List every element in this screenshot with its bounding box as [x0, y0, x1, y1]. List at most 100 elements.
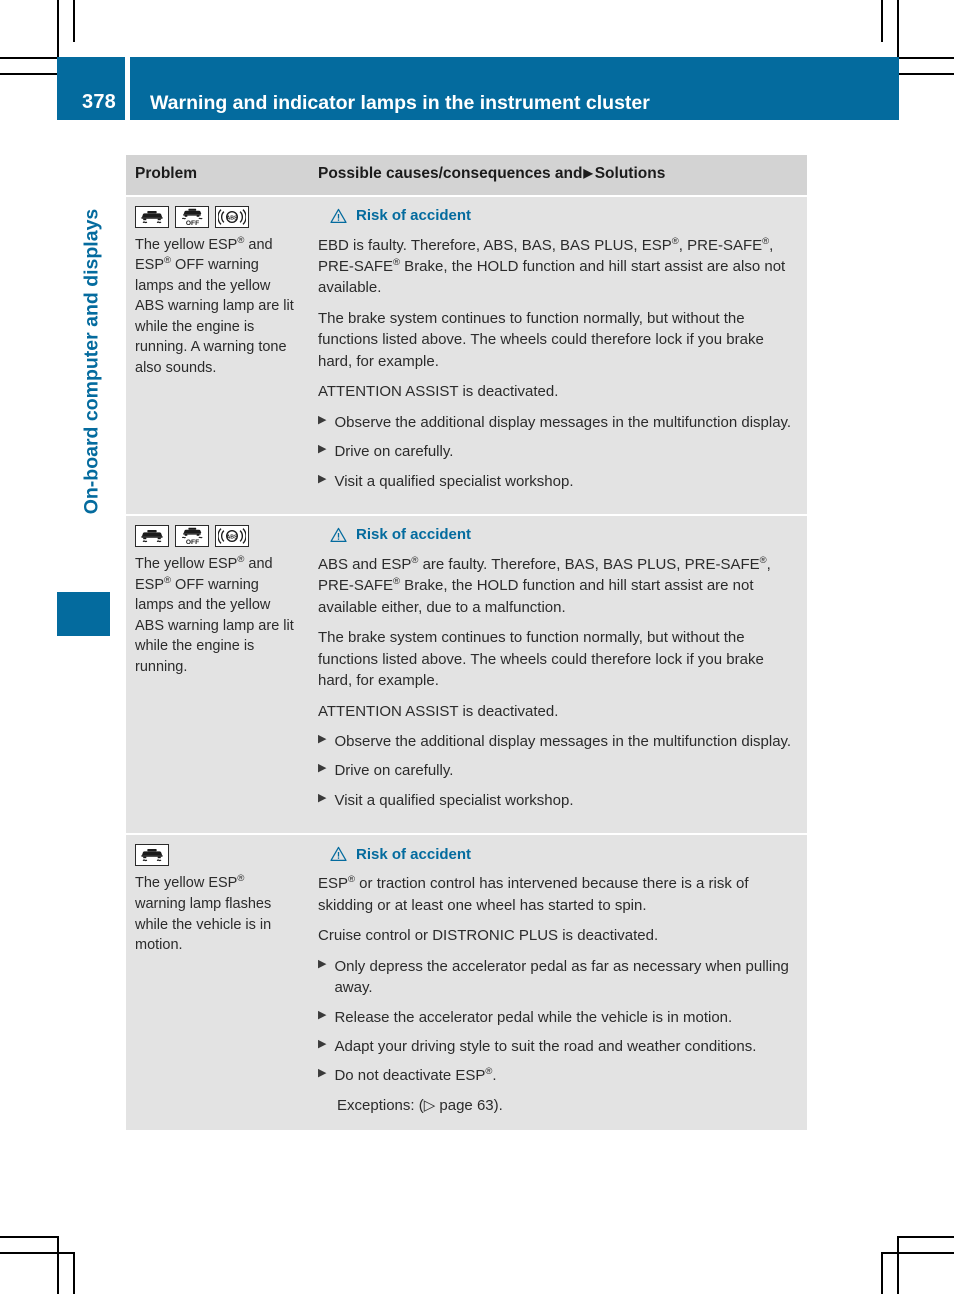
table-header-row: Problem Possible causes/consequences and…: [126, 155, 807, 195]
bullet-text: Adapt your driving style to suit the roa…: [334, 1037, 757, 1055]
header-cell-problem: Problem: [126, 155, 310, 195]
esp-skid-icon: [141, 210, 163, 223]
crop-mark-br-h: [898, 1236, 954, 1238]
svg-text:ABS: ABS: [227, 534, 238, 540]
svg-text:ABS: ABS: [227, 215, 238, 221]
crop-mark-bl-v2: [73, 1252, 75, 1294]
warning-title: Risk of accident: [356, 207, 472, 225]
solution-paragraph: ABS and ESP® are faulty. Therefore, BAS,…: [318, 554, 771, 616]
table-rows-container: OFF ABS The yellow ESP® and ESP® OFF war…: [126, 194, 807, 1131]
problem-description: The yellow ESP® and ESP® OFF warning lam…: [135, 554, 294, 675]
solution-paragraph: ATTENTION ASSIST is deactivated.: [318, 383, 559, 401]
solution-cell: Risk of accident EBD is faulty. Therefore…: [310, 197, 807, 514]
solution-bullet: ▶ Observe the additional display messages…: [318, 412, 797, 433]
bullet-arrow-icon: ▶: [318, 413, 327, 426]
esp-skid-icon-box: [135, 205, 169, 228]
chapter-tab-marker: [57, 592, 110, 636]
header-cell-solutions: Possible causes/consequences and▶ Solutio…: [310, 155, 807, 195]
solution-bullet: ▶ Visit a qualified specialist workshop.: [318, 790, 797, 811]
esp-off-icon: OFF: [181, 208, 202, 226]
warning-heading: Risk of accident: [330, 527, 797, 543]
solution-cell: Risk of accident ESP® or traction control…: [310, 835, 807, 1130]
esp-skid-icon: [141, 529, 163, 543]
bullet-text: Visit a qualified specialist workshop.: [334, 472, 574, 490]
solution-cell: Risk of accident ABS and ESP® are faulty.…: [310, 516, 807, 833]
problem-cell: The yellow ESP® warning lamp flashes whi…: [126, 835, 310, 1130]
solution-bullet: ▶ Release the accelerator pedal while the…: [318, 1007, 797, 1028]
warning-triangle-icon: [330, 208, 347, 223]
warning-title: Risk of accident: [356, 526, 472, 544]
bullet-arrow-icon: ▶: [318, 733, 327, 746]
crop-mark-br-v2: [881, 1252, 883, 1294]
warning-lamp-group: OFF ABS: [135, 205, 298, 228]
bullet-text: Visit a qualified specialist workshop.: [334, 791, 574, 809]
bullet-text: Release the accelerator pedal while the …: [334, 1008, 733, 1026]
bullet-arrow-icon: ▶: [318, 957, 327, 970]
problem-description: The yellow ESP® and ESP® OFF warning lam…: [135, 234, 294, 377]
esp-skid-icon-box: [135, 844, 169, 867]
bullet-arrow-icon: ▶: [318, 1008, 327, 1021]
solution-bullet: ▶ Do not deactivate ESP®.: [318, 1065, 797, 1086]
crop-mark-br-v: [897, 1236, 899, 1294]
bullet-text: Drive on carefully.: [334, 762, 454, 780]
abs-icon-box: ABS: [215, 524, 249, 547]
svg-text:OFF: OFF: [185, 220, 198, 226]
esp-skid-icon-box: [135, 524, 169, 547]
crop-mark-tr-v: [897, 0, 899, 58]
solution-paragraph: The brake system continues to function n…: [318, 629, 764, 690]
page-title-box: Warning and indicator lamps in the instr…: [130, 57, 899, 120]
solution-paragraph: ESP® or traction control has intervened …: [318, 874, 749, 914]
page-title: Warning and indicator lamps in the instr…: [150, 91, 650, 114]
solution-paragraph: Cruise control or DISTRONIC PLUS is deac…: [318, 927, 659, 945]
esp-off-icon-box: OFF: [175, 205, 209, 228]
page-number: 378: [82, 91, 116, 113]
cross-reference-note[interactable]: Exceptions: (▷ page 63).: [337, 1095, 797, 1116]
solution-bullet: ▶ Only depress the accelerator pedal as f…: [318, 956, 797, 999]
solution-bullet: ▶ Drive on carefully.: [318, 441, 797, 462]
solution-bullet: ▶ Adapt your driving style to suit the ro…: [318, 1036, 797, 1057]
bullet-text: Only depress the accelerator pedal as fa…: [334, 957, 789, 997]
troubleshooting-table: Problem Possible causes/consequences and…: [126, 155, 807, 1131]
table-row: The yellow ESP® warning lamp flashes whi…: [126, 833, 807, 1131]
solution-bullet: ▶ Drive on carefully.: [318, 760, 797, 781]
crop-mark-bl-h2: [0, 1252, 74, 1254]
page-number-box: 378: [57, 57, 125, 120]
warning-heading: Risk of accident: [330, 846, 797, 862]
crop-mark-bl-v: [57, 1236, 59, 1294]
warning-lamp-group: [135, 844, 298, 867]
crop-mark-tl-v2: [73, 0, 75, 42]
warning-title: Risk of accident: [356, 845, 472, 863]
crop-mark-tl-v: [57, 0, 59, 58]
column-title-problem: Problem: [135, 165, 198, 182]
esp-off-icon: OFF: [181, 527, 202, 545]
bullet-arrow-icon: ▶: [318, 762, 327, 775]
problem-description: The yellow ESP® warning lamp flashes whi…: [135, 873, 272, 954]
column-title-solutions-post: Solutions: [594, 165, 666, 182]
column-title-solutions-pre: Possible causes/consequences and: [318, 165, 583, 182]
esp-off-icon-box: OFF: [175, 524, 209, 547]
bullet-arrow-icon: ▶: [318, 791, 327, 804]
problem-cell: OFF ABS The yellow ESP® and ESP® OFF war…: [126, 197, 310, 514]
crop-mark-tr-v2: [881, 0, 883, 42]
abs-icon: ABS: [218, 208, 246, 225]
warning-triangle-icon: [330, 847, 347, 862]
solution-paragraph: The brake system continues to function n…: [318, 309, 764, 370]
crop-mark-bl-h: [0, 1236, 58, 1238]
bullet-arrow-icon: ▶: [318, 443, 327, 456]
bullet-text: Observe the additional display messages …: [334, 733, 792, 751]
solutions-arrow-icon: ▶: [583, 166, 593, 180]
warning-heading: Risk of accident: [330, 208, 797, 224]
table-row: OFF ABS The yellow ESP® and ESP® OFF war…: [126, 513, 807, 834]
bullet-arrow-icon: ▶: [318, 472, 327, 485]
warning-lamp-group: OFF ABS: [135, 524, 298, 547]
page-header-bar: 378 Warning and indicator lamps in the i…: [57, 57, 899, 120]
solution-paragraph: EBD is faulty. Therefore, ABS, BAS, BAS …: [318, 235, 786, 297]
svg-text:OFF: OFF: [185, 539, 198, 545]
abs-icon: ABS: [218, 528, 246, 544]
bullet-arrow-icon: ▶: [318, 1067, 327, 1080]
bullet-arrow-icon: ▶: [318, 1037, 327, 1050]
problem-cell: OFF ABS The yellow ESP® and ESP® OFF war…: [126, 516, 310, 833]
bullet-text: Drive on carefully.: [334, 443, 454, 461]
chapter-label: On-board computer and displays: [80, 208, 103, 515]
manual-page: 378 Warning and indicator lamps in the i…: [0, 0, 954, 1294]
